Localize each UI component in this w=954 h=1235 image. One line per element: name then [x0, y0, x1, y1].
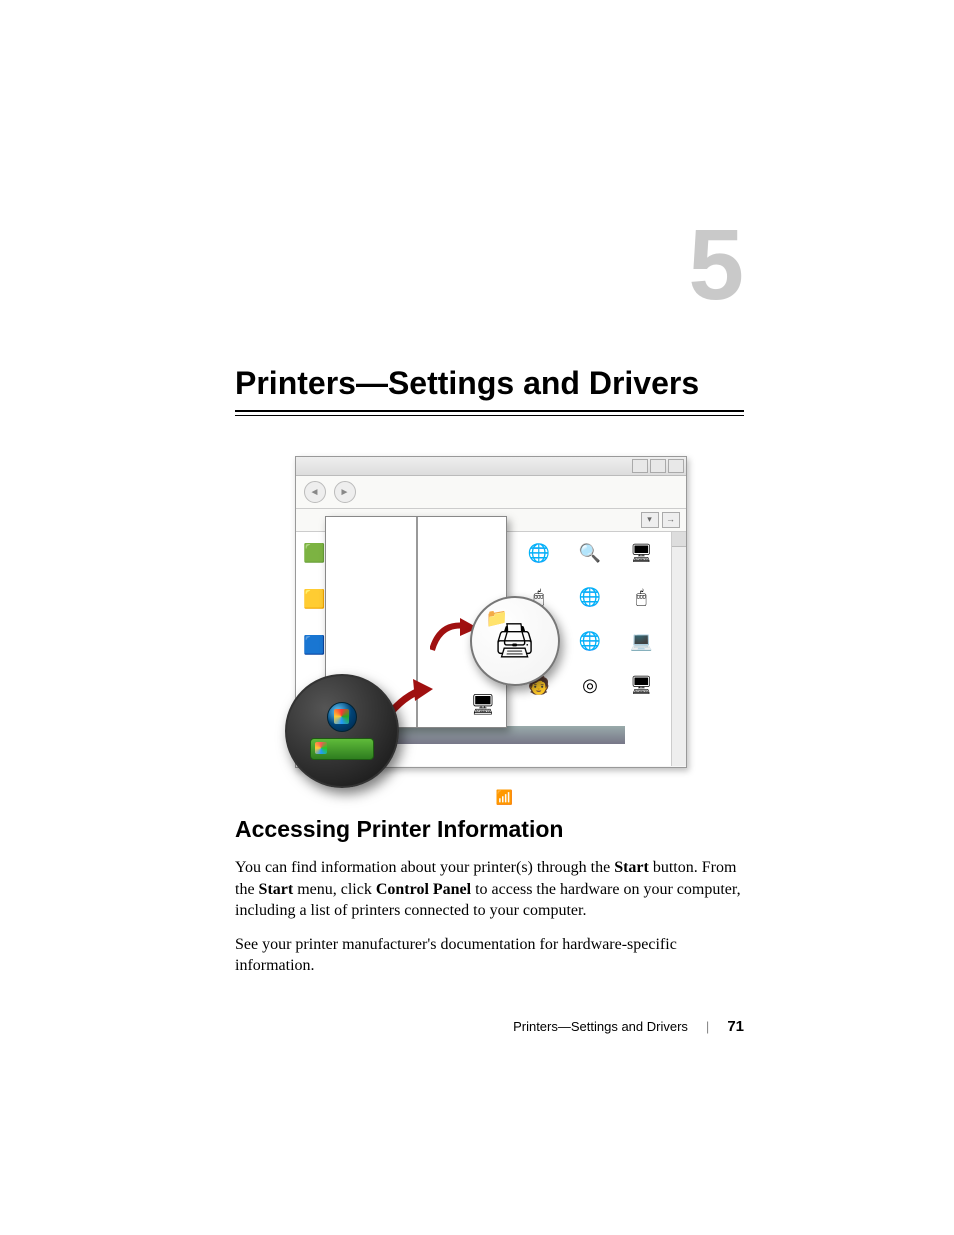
- text-run: menu, click: [293, 881, 376, 898]
- cp-icon[interactable]: 🖥: [630, 542, 652, 564]
- tray-network-icon: 📶: [496, 790, 513, 807]
- bold-control-panel: Control Panel: [376, 881, 471, 898]
- cp-icon[interactable]: 🔍: [579, 542, 601, 564]
- sidebar-icon: 🟨: [304, 588, 326, 610]
- section-heading: Accessing Printer Information: [235, 816, 744, 843]
- nav-back-button[interactable]: ◄: [304, 481, 326, 503]
- bold-start: Start: [614, 859, 649, 876]
- chapter-title: Printers—Settings and Drivers: [235, 365, 744, 402]
- start-button-magnifier: [285, 674, 399, 788]
- page-number: 71: [727, 1018, 744, 1035]
- go-button[interactable]: →: [662, 512, 680, 528]
- nav-forward-button[interactable]: ►: [334, 481, 356, 503]
- page-footer: Printers—Settings and Drivers | 71: [513, 1018, 744, 1035]
- cp-icon[interactable]: 💻: [630, 630, 652, 652]
- bold-start: Start: [259, 881, 294, 898]
- window-titlebar: [296, 457, 686, 476]
- window-toolbar: ◄ ►: [296, 476, 686, 509]
- maximize-button[interactable]: [650, 459, 666, 473]
- footer-separator: |: [706, 1019, 709, 1034]
- paragraph-1: You can find information about your prin…: [235, 857, 744, 922]
- cp-icon[interactable]: 🌐: [579, 586, 601, 608]
- address-dropdown[interactable]: ▾: [641, 512, 659, 528]
- footer-chapter-label: Printers—Settings and Drivers: [513, 1019, 688, 1034]
- cp-icon[interactable]: 🌐: [528, 542, 550, 564]
- control-panel-menu-icon[interactable]: 🖥: [470, 692, 495, 717]
- folder-icon: 📁: [486, 608, 508, 629]
- paragraph-2: See your printer manufacturer's document…: [235, 934, 744, 977]
- sidebar-icon: 🟦: [304, 634, 326, 656]
- sidebar-icon: 🟩: [304, 542, 326, 564]
- minimize-button[interactable]: [632, 459, 648, 473]
- cp-icon[interactable]: 🖥: [630, 674, 652, 696]
- text-run: You can find information about your prin…: [235, 859, 614, 876]
- vertical-scrollbar[interactable]: [671, 532, 686, 766]
- title-rule: [235, 410, 744, 416]
- figure-control-panel: ◄ ► ▾ → 🟩 🟨 🟦 🖥 🌐 🔍 🖥 ☕: [295, 456, 685, 786]
- chapter-number: 5: [688, 215, 744, 315]
- cp-icon[interactable]: ◎: [579, 674, 601, 696]
- cp-icon[interactable]: 🌐: [579, 630, 601, 652]
- close-button[interactable]: [668, 459, 684, 473]
- left-icon-strip: 🟩 🟨 🟦: [304, 542, 324, 656]
- cp-icon[interactable]: 🖱: [630, 586, 652, 608]
- vista-start-orb-icon[interactable]: [327, 702, 357, 732]
- xp-start-button[interactable]: [310, 738, 374, 760]
- printers-magnifier: 📁 🖨: [470, 596, 560, 686]
